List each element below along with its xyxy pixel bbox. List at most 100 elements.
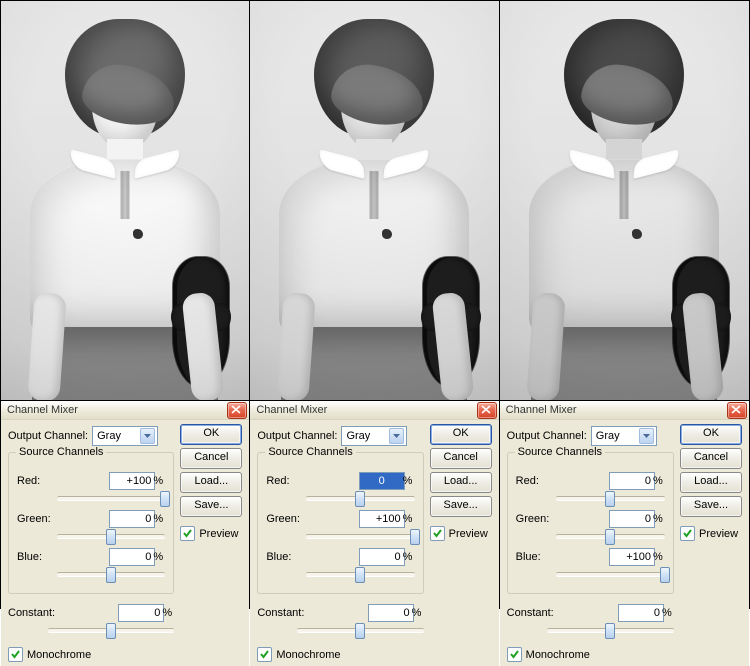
cancel-button[interactable]: Cancel bbox=[680, 448, 742, 469]
channel-label: Red: bbox=[17, 475, 57, 487]
percent-label: % bbox=[653, 475, 665, 487]
channel-value-input[interactable]: +100 bbox=[609, 548, 655, 566]
close-icon[interactable] bbox=[227, 402, 247, 419]
channel-slider[interactable] bbox=[306, 491, 414, 505]
channel-label: Green: bbox=[516, 513, 556, 525]
channel-label: Blue: bbox=[17, 551, 57, 563]
ok-button[interactable]: OK bbox=[180, 424, 242, 445]
preview-label: Preview bbox=[199, 528, 238, 540]
channel-value-input[interactable]: +100 bbox=[359, 510, 405, 528]
channel-value-input[interactable]: 0 bbox=[109, 510, 155, 528]
dialog-title: Channel Mixer bbox=[506, 404, 727, 416]
preview-label: Preview bbox=[699, 528, 738, 540]
output-channel-value: Gray bbox=[346, 430, 389, 442]
save-button[interactable]: Save... bbox=[180, 496, 242, 517]
preview-image bbox=[250, 1, 498, 400]
cancel-button[interactable]: Cancel bbox=[430, 448, 492, 469]
load-button[interactable]: Load... bbox=[680, 472, 742, 493]
preview-checkbox[interactable] bbox=[430, 526, 445, 541]
source-channels-legend: Source Channels bbox=[16, 446, 106, 458]
source-channels-group: Source ChannelsRed:0%Green:+100%Blue:0% bbox=[257, 452, 423, 594]
percent-label: % bbox=[403, 475, 415, 487]
constant-value-input[interactable]: 0 bbox=[368, 604, 414, 622]
channel-slider[interactable] bbox=[57, 567, 165, 581]
channel-value-input[interactable]: 0 bbox=[359, 472, 405, 490]
constant-slider[interactable] bbox=[547, 623, 674, 637]
channel-slider[interactable] bbox=[57, 529, 165, 543]
save-button[interactable]: Save... bbox=[430, 496, 492, 517]
output-channel-select[interactable]: Gray bbox=[92, 426, 158, 446]
constant-value-input[interactable]: 0 bbox=[118, 604, 164, 622]
preview-image bbox=[1, 1, 249, 400]
percent-label: % bbox=[153, 475, 165, 487]
channel-value-input[interactable]: 0 bbox=[359, 548, 405, 566]
preview-checkbox[interactable] bbox=[680, 526, 695, 541]
channel-value-input[interactable]: 0 bbox=[609, 510, 655, 528]
ok-button[interactable]: OK bbox=[430, 424, 492, 445]
channel-mixer-dialog: Channel Mixer OK Cancel Load... Save... Previ… bbox=[500, 400, 749, 666]
monochrome-checkbox[interactable] bbox=[507, 647, 522, 662]
channel-label: Green: bbox=[266, 513, 306, 525]
percent-label: % bbox=[153, 551, 165, 563]
close-icon[interactable] bbox=[727, 402, 747, 419]
source-row: Blue: 0% bbox=[17, 548, 165, 566]
percent-label: % bbox=[403, 513, 415, 525]
titlebar[interactable]: Channel Mixer bbox=[500, 401, 749, 420]
source-row: Red: 0% bbox=[516, 472, 665, 490]
source-row: Green: 0% bbox=[516, 510, 665, 528]
channel-mixer-dialog: Channel Mixer OK Cancel Load... Save... Previ… bbox=[1, 400, 249, 666]
monochrome-checkbox[interactable] bbox=[8, 647, 23, 662]
source-row: Green: +100% bbox=[266, 510, 414, 528]
constant-value-input[interactable]: 0 bbox=[618, 604, 664, 622]
percent-label: % bbox=[653, 551, 665, 563]
constant-row: Constant:0% bbox=[507, 604, 674, 622]
monochrome-checkbox[interactable] bbox=[257, 647, 272, 662]
comparison-panel: Channel Mixer OK Cancel Load... Save... Previ… bbox=[250, 1, 499, 608]
channel-slider[interactable] bbox=[556, 491, 665, 505]
constant-row: Constant:0% bbox=[257, 604, 423, 622]
channel-value-input[interactable]: +100 bbox=[109, 472, 155, 490]
load-button[interactable]: Load... bbox=[180, 472, 242, 493]
source-row: Red: +100% bbox=[17, 472, 165, 490]
monochrome-label: Monochrome bbox=[526, 649, 590, 661]
source-row: Blue:+100% bbox=[516, 548, 665, 566]
channel-slider[interactable] bbox=[306, 529, 414, 543]
source-row: Green: 0% bbox=[17, 510, 165, 528]
channel-label: Red: bbox=[266, 475, 306, 487]
preview-checkbox[interactable] bbox=[180, 526, 195, 541]
output-channel-select[interactable]: Gray bbox=[341, 426, 407, 446]
source-row: Red: 0% bbox=[266, 472, 414, 490]
monochrome-label: Monochrome bbox=[27, 649, 91, 661]
channel-slider[interactable] bbox=[306, 567, 414, 581]
channel-value-input[interactable]: 0 bbox=[109, 548, 155, 566]
channel-mixer-dialog: Channel Mixer OK Cancel Load... Save... Previ… bbox=[250, 400, 498, 666]
titlebar[interactable]: Channel Mixer bbox=[250, 401, 498, 420]
comparison-panel: Channel Mixer OK Cancel Load... Save... Previ… bbox=[500, 1, 749, 608]
channel-label: Red: bbox=[516, 475, 556, 487]
ok-button[interactable]: OK bbox=[680, 424, 742, 445]
preview-image bbox=[500, 1, 749, 400]
constant-slider[interactable] bbox=[48, 623, 174, 637]
comparison-panel: Channel Mixer OK Cancel Load... Save... Previ… bbox=[1, 1, 250, 608]
monochrome-label: Monochrome bbox=[276, 649, 340, 661]
load-button[interactable]: Load... bbox=[430, 472, 492, 493]
percent-label: % bbox=[153, 513, 165, 525]
titlebar[interactable]: Channel Mixer bbox=[1, 401, 249, 420]
dialog-body: OKCancelLoad...Save...PreviewOutput Chan… bbox=[1, 420, 249, 666]
source-channels-group: Source ChannelsRed:0%Green:0%Blue:+100% bbox=[507, 452, 674, 594]
percent-label: % bbox=[653, 513, 665, 525]
cancel-button[interactable]: Cancel bbox=[180, 448, 242, 469]
channel-slider[interactable] bbox=[556, 567, 665, 581]
channel-label: Blue: bbox=[266, 551, 306, 563]
channel-slider[interactable] bbox=[57, 491, 165, 505]
percent-label: % bbox=[403, 551, 415, 563]
preview-label: Preview bbox=[449, 528, 488, 540]
channel-slider[interactable] bbox=[556, 529, 665, 543]
channel-label: Green: bbox=[17, 513, 57, 525]
output-channel-select[interactable]: Gray bbox=[591, 426, 657, 446]
save-button[interactable]: Save... bbox=[680, 496, 742, 517]
close-icon[interactable] bbox=[477, 402, 497, 419]
channel-value-input[interactable]: 0 bbox=[609, 472, 655, 490]
constant-row: Constant:0% bbox=[8, 604, 174, 622]
constant-slider[interactable] bbox=[297, 623, 423, 637]
